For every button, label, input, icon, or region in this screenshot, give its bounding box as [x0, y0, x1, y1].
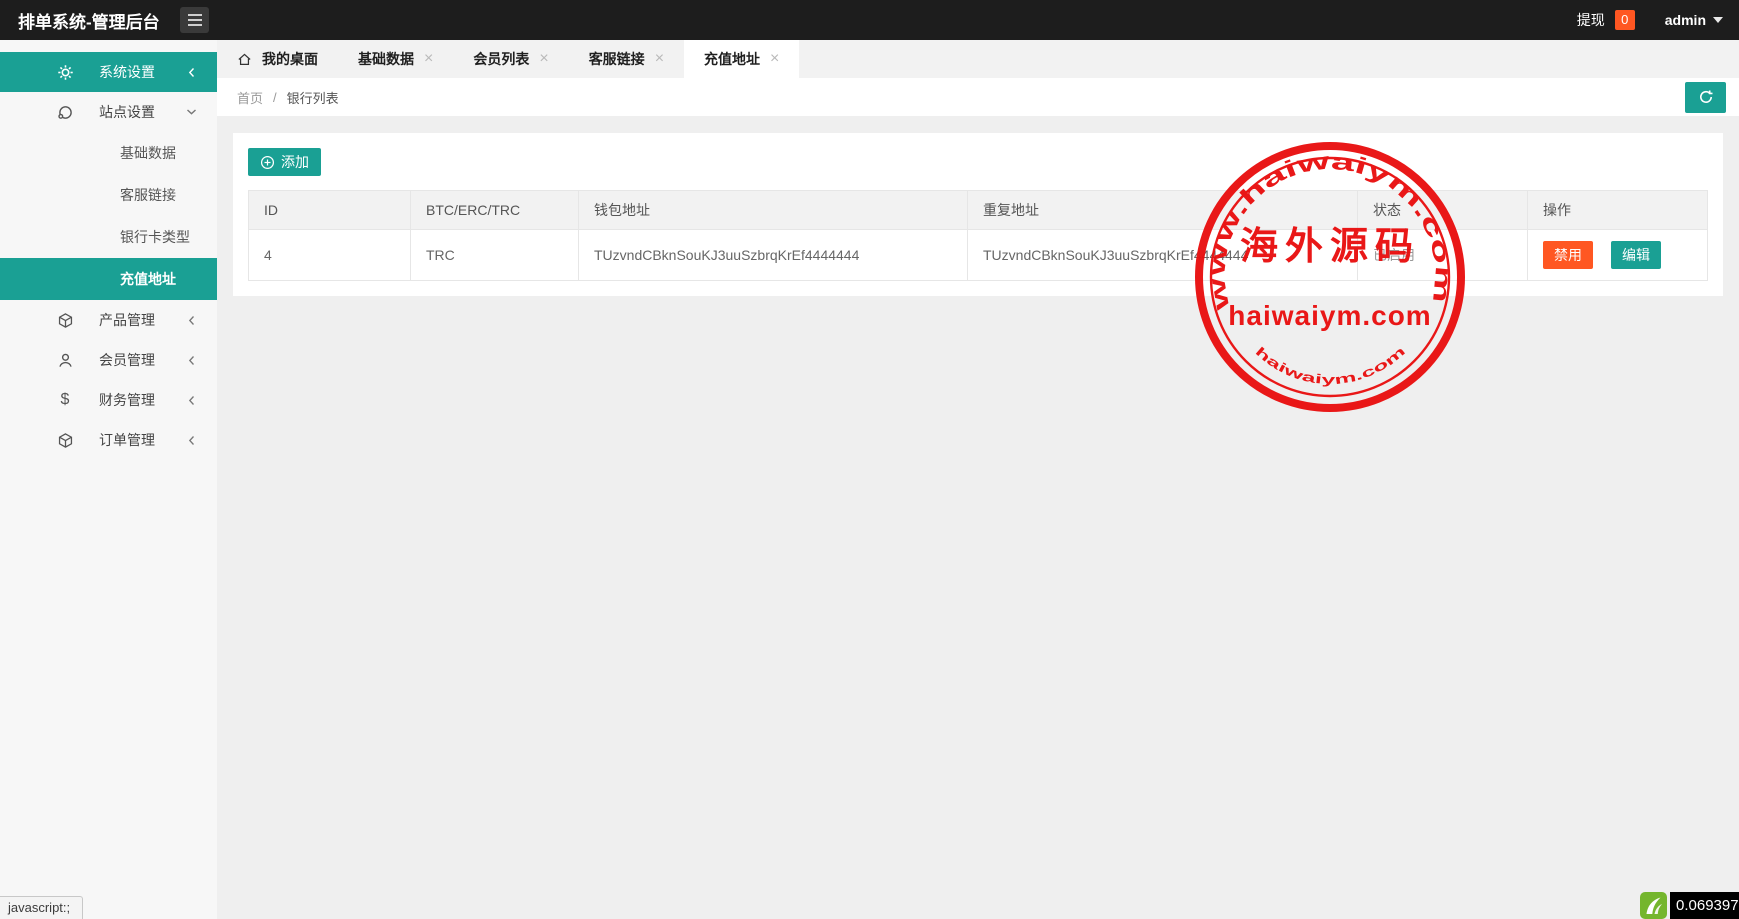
breadcrumb-separator: /	[273, 90, 277, 105]
sidebar-item-label: 会员管理	[99, 350, 155, 370]
tab-label: 充值地址	[704, 49, 760, 69]
breadcrumb: 首页 / 银行列表	[217, 78, 1739, 116]
sidebar-item-service-link[interactable]: 客服链接	[0, 174, 217, 216]
browser-status-tooltip: javascript:;	[0, 896, 83, 919]
sidebar-item-site-settings[interactable]: 站点设置	[0, 92, 217, 132]
tab-service-link[interactable]: 客服链接 ×	[569, 40, 684, 78]
sidebar-item-product-management[interactable]: 产品管理	[0, 300, 217, 340]
close-icon[interactable]: ×	[655, 51, 664, 67]
cell-wallet-address: TUzvndCBknSouKJ3uuSzbrqKrEf4444444	[579, 230, 968, 280]
sidebar-item-label: 财务管理	[99, 390, 155, 410]
refresh-icon	[1698, 89, 1714, 105]
app-title: 排单系统-管理后台	[0, 8, 180, 33]
column-header-duplicate: 重复地址	[968, 191, 1358, 229]
tab-recharge-address[interactable]: 充值地址 ×	[684, 40, 799, 78]
dollar-icon: $	[55, 392, 75, 408]
plus-circle-icon	[260, 155, 275, 170]
table-header-row: ID BTC/ERC/TRC 钱包地址 重复地址 状态 操作	[249, 191, 1707, 230]
breadcrumb-home-link[interactable]: 首页	[237, 88, 263, 107]
tab-label: 基础数据	[358, 49, 414, 69]
chevron-left-icon	[187, 355, 197, 366]
content-card: 添加 ID BTC/ERC/TRC 钱包地址 重复地址 状态 操作 4 TRC …	[233, 133, 1723, 296]
column-header-id: ID	[249, 191, 411, 229]
tab-bar: 我的桌面 基础数据 × 会员列表 × 客服链接 × 充值地址 ×	[217, 40, 1739, 78]
breadcrumb-current: 银行列表	[287, 88, 339, 107]
chevron-down-icon	[186, 107, 197, 117]
refresh-button[interactable]	[1685, 82, 1726, 113]
cube-icon	[55, 432, 75, 448]
column-header-status: 状态	[1358, 191, 1528, 229]
add-button[interactable]: 添加	[248, 148, 321, 176]
tab-label: 客服链接	[589, 49, 645, 69]
sidebar-item-bank-card-type[interactable]: 银行卡类型	[0, 216, 217, 258]
sidebar-item-system-settings[interactable]: 系统设置	[0, 52, 217, 92]
user-menu[interactable]: admin	[1665, 12, 1706, 28]
cell-type: TRC	[411, 230, 579, 280]
tab-label: 我的桌面	[262, 49, 318, 69]
status-badge: 已启用	[1373, 245, 1415, 265]
cell-id: 4	[249, 230, 411, 280]
column-header-wallet: 钱包地址	[579, 191, 968, 229]
sidebar: 系统设置 站点设置 基础数据 客服链接 银行卡类型 充值地址	[0, 40, 217, 919]
cube-icon	[55, 312, 75, 328]
sidebar-item-label: 系统设置	[99, 62, 155, 82]
tab-label: 会员列表	[473, 49, 529, 69]
sidebar-item-recharge-address[interactable]: 充值地址	[0, 258, 217, 300]
edit-button[interactable]: 编辑	[1611, 241, 1661, 269]
withdraw-count-badge: 0	[1615, 10, 1635, 30]
sidebar-item-order-management[interactable]: 订单管理	[0, 420, 217, 460]
top-header: 排单系统-管理后台 提现 0 admin	[0, 0, 1739, 40]
column-header-actions: 操作	[1528, 191, 1707, 229]
flame-plugin-icon	[1640, 892, 1667, 919]
stamp-center-domain: haiwaiym.com	[1228, 300, 1431, 331]
disable-button[interactable]: 禁用	[1543, 241, 1593, 269]
home-icon	[237, 52, 252, 67]
sidebar-item-member-management[interactable]: 会员管理	[0, 340, 217, 380]
sidebar-collapse-button[interactable]	[180, 7, 209, 33]
sidebar-item-label: 订单管理	[99, 430, 155, 450]
close-icon[interactable]: ×	[770, 51, 779, 67]
chevron-left-icon	[187, 395, 197, 406]
address-table: ID BTC/ERC/TRC 钱包地址 重复地址 状态 操作 4 TRC TUz…	[248, 190, 1708, 281]
cell-actions: 禁用 编辑	[1528, 230, 1707, 280]
tab-member-list[interactable]: 会员列表 ×	[453, 40, 568, 78]
tab-my-desktop[interactable]: 我的桌面	[217, 40, 338, 78]
sidebar-item-basic-data[interactable]: 基础数据	[0, 132, 217, 174]
withdraw-link[interactable]: 提现	[1577, 10, 1605, 30]
cell-status: 已启用	[1358, 230, 1528, 280]
perf-counter-value: 0.0693979	[1670, 892, 1739, 919]
perf-counter: 0.0693979	[1640, 892, 1739, 919]
chevron-left-icon	[187, 435, 197, 446]
svg-text:haiwaiym.com: haiwaiym.com	[1253, 343, 1409, 387]
sidebar-item-finance-management[interactable]: $ 财务管理	[0, 380, 217, 420]
site-settings-icon	[55, 104, 75, 120]
sidebar-item-label: 产品管理	[99, 310, 155, 330]
close-icon[interactable]: ×	[424, 51, 433, 67]
stamp-bottom-arc-text: haiwaiym.com	[1253, 343, 1409, 387]
chevron-left-icon	[187, 67, 197, 78]
gear-icon	[55, 64, 75, 80]
person-icon	[55, 352, 75, 368]
column-header-type: BTC/ERC/TRC	[411, 191, 579, 229]
chevron-left-icon	[187, 315, 197, 326]
cell-duplicate-address: TUzvndCBknSouKJ3uuSzbrqKrEf4444444	[968, 230, 1358, 280]
sidebar-item-label: 站点设置	[99, 102, 155, 122]
chevron-down-icon	[1713, 17, 1723, 23]
table-row: 4 TRC TUzvndCBknSouKJ3uuSzbrqKrEf4444444…	[249, 230, 1707, 280]
close-icon[interactable]: ×	[539, 51, 548, 67]
hamburger-icon	[188, 14, 202, 16]
tab-basic-data[interactable]: 基础数据 ×	[338, 40, 453, 78]
